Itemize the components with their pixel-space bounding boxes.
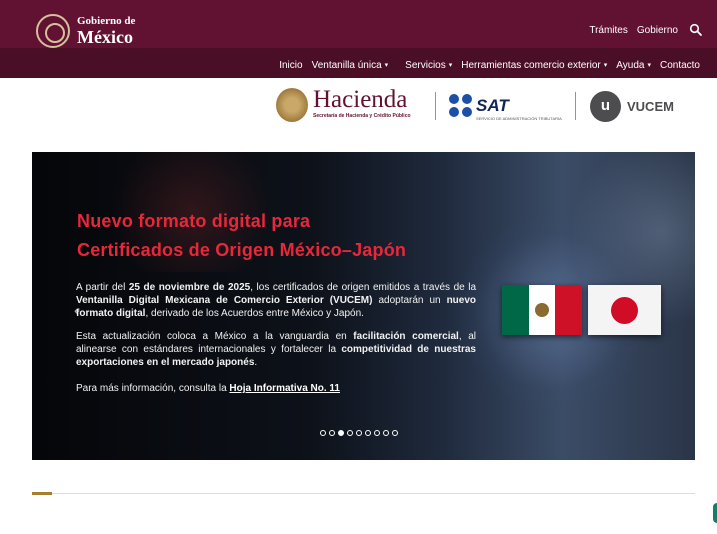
carousel-dot[interactable]	[329, 430, 335, 436]
hero-info-line: Para más información, consulta la Hoja I…	[76, 383, 340, 394]
hero-title-line-2: Certificados de Origen México–Japón	[77, 240, 407, 260]
chevron-down-icon: ▾	[384, 62, 389, 69]
hero-carousel[interactable]: Nuevo formato digital para Certificados …	[32, 152, 695, 460]
logo-divider	[435, 92, 436, 120]
carousel-dot[interactable]	[356, 430, 362, 436]
bold-run: 25 de noviembre de 2025	[128, 282, 251, 293]
japan-sun-disc	[611, 297, 638, 324]
japan-flag-image	[588, 285, 661, 335]
institutional-logos: Hacienda Secretaría de Hacienda y Crédit…	[276, 86, 676, 126]
flag-green-stripe	[502, 285, 529, 335]
national-seal-icon	[36, 14, 70, 48]
carousel-indicators	[320, 430, 401, 436]
nav-item-herramientas-comercio-exterior[interactable]: Herramientas comercio exterior ▾	[461, 60, 607, 71]
nav-item-label: Herramientas comercio exterior	[461, 60, 601, 71]
hacienda-seal-icon	[276, 88, 308, 122]
hero-title: Nuevo formato digital para Certificados …	[77, 207, 406, 265]
bold-run: Ventanilla Digital Mexicana de Comercio …	[76, 295, 373, 306]
nav-item-servicios[interactable]: Servicios ▾	[405, 60, 452, 71]
sat-logo-name[interactable]: SAT	[476, 96, 509, 116]
nav-item-label: Ayuda	[616, 60, 645, 71]
info-text: Para más información, consulta la	[76, 383, 230, 394]
vucem-logo-name[interactable]: VUCEM	[627, 99, 674, 114]
nav-item-label: Contacto	[659, 60, 700, 71]
brand-small-text: Gobierno de	[77, 15, 136, 27]
logo-divider	[575, 92, 576, 120]
carousel-dot[interactable]	[347, 430, 353, 436]
carousel-dot[interactable]	[320, 430, 326, 436]
hacienda-logo-name[interactable]: Hacienda	[313, 86, 407, 114]
sat-logo-subtitle: SERVICIO DE ADMINISTRACIÓN TRIBUTARIA	[476, 116, 562, 121]
text-run: , los certificados de origen emitidos a …	[250, 282, 476, 293]
carousel-dot[interactable]	[374, 430, 380, 436]
nav-item-inicio[interactable]: Inicio	[279, 60, 302, 71]
mexico-flag-image	[502, 285, 583, 335]
hero-paragraph-1: A partir del 25 de noviembre de 2025, lo…	[76, 281, 476, 320]
text-run: .	[254, 357, 258, 368]
nav-item-contacto[interactable]: Contacto	[660, 60, 700, 71]
hero-paragraph-2: Esta actualización coloca a México a la …	[76, 330, 476, 369]
nav-item-label: Inicio	[279, 60, 303, 71]
text-run: adoptarán un	[372, 295, 447, 306]
vucem-logo-icon: u	[590, 91, 621, 122]
floating-help-button[interactable]	[713, 503, 717, 523]
carousel-dot[interactable]	[338, 430, 344, 436]
carousel-dot[interactable]	[392, 430, 398, 436]
top-links: Trámites Gobierno	[580, 23, 703, 37]
nav-item-ayuda[interactable]: Ayuda ▾	[616, 60, 651, 71]
carousel-dot[interactable]	[365, 430, 371, 436]
nav-menu: Inicio Ventanilla única ▾ Servicios ▾ Herrami…	[270, 60, 700, 71]
chevron-down-icon: ▾	[647, 62, 651, 69]
nav-item-ventanilla-única[interactable]: Ventanilla única ▾	[312, 60, 389, 71]
hero-title-line-1: Nuevo formato digital para	[77, 211, 311, 231]
bold-run: facilitación comercial	[353, 331, 459, 342]
flag-red-stripe	[555, 285, 583, 335]
text-run: A partir del	[76, 282, 129, 293]
text-run: Esta actualización coloca a México a la …	[76, 331, 354, 342]
carousel-prev-arrow[interactable]: ‹	[74, 302, 79, 318]
nav-item-label: Servicios	[405, 60, 446, 71]
text-run: , derivado de los Acuerdos entre México …	[145, 308, 364, 319]
brand-big-text: México	[77, 27, 133, 47]
divider-accent	[32, 492, 52, 495]
tramites-link[interactable]: Trámites	[589, 25, 628, 36]
chevron-down-icon: ▾	[448, 62, 453, 69]
hoja-informativa-link[interactable]: Hoja Informativa No. 11	[229, 383, 340, 394]
chevron-down-icon: ▾	[603, 62, 608, 69]
gobierno-link[interactable]: Gobierno	[637, 25, 678, 36]
brand-text: Gobierno de México	[77, 15, 136, 47]
gobierno-de-mexico-logo[interactable]: Gobierno de México	[36, 14, 135, 48]
section-divider	[32, 493, 695, 494]
nav-item-label: Ventanilla única	[311, 60, 382, 71]
main-navigation: Inicio Ventanilla única ▾ Servicios ▾ Herrami…	[0, 48, 717, 78]
mexico-coat-of-arms-icon	[535, 303, 549, 317]
search-icon[interactable]	[689, 23, 703, 37]
sat-logo-icon	[449, 94, 473, 118]
carousel-dot[interactable]	[383, 430, 389, 436]
hacienda-logo-subtitle: Secretaría de Hacienda y Crédito Público	[313, 113, 411, 119]
